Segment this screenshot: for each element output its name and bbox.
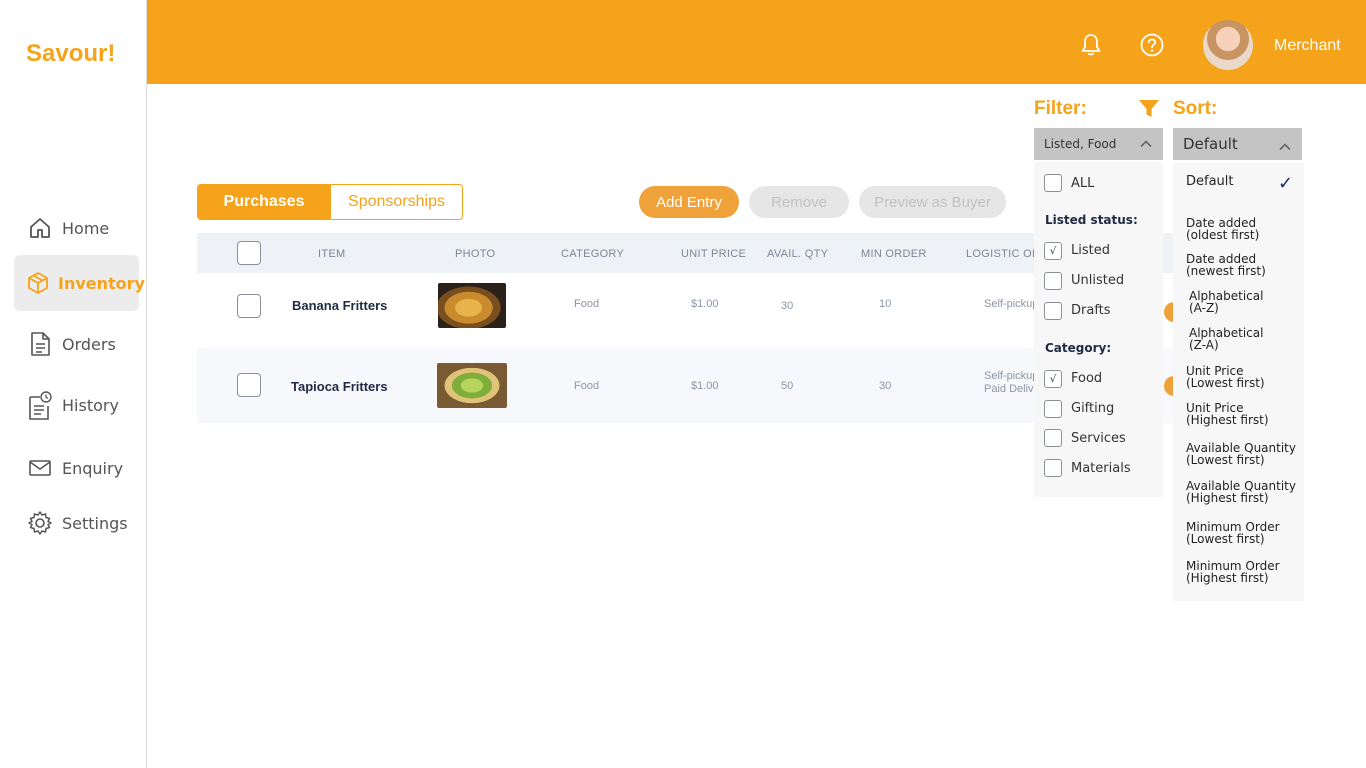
column-header-item: ITEM <box>318 248 346 260</box>
item-logistic: Self-pickup <box>984 298 1039 310</box>
table-row[interactable]: Tapioca Fritters Food $1.00 50 30 Self-p… <box>197 348 1184 423</box>
filter-unlisted-checkbox[interactable] <box>1044 272 1062 290</box>
sort-option[interactable]: Minimum Order (Lowest first) <box>1186 521 1301 545</box>
sidebar-item-enquiry[interactable]: Enquiry <box>14 440 139 496</box>
row-checkbox[interactable] <box>237 373 261 397</box>
sidebar-item-history[interactable]: History <box>14 377 139 433</box>
item-avail-qty: 30 <box>781 300 794 312</box>
sort-option[interactable]: Unit Price (Lowest first) <box>1186 365 1301 389</box>
filter-label: Filter: <box>1034 98 1087 119</box>
filter-option-label: Materials <box>1071 461 1131 476</box>
tab-purchases[interactable]: Purchases <box>197 184 331 220</box>
user-name[interactable]: Merchant <box>1274 37 1341 55</box>
column-header-photo: PHOTO <box>455 248 496 260</box>
item-name: Tapioca Fritters <box>291 379 388 394</box>
item-min-order: 10 <box>879 298 892 310</box>
avatar[interactable] <box>1203 20 1253 70</box>
table-row[interactable]: Banana Fritters Food $1.00 30 10 Self-pi… <box>197 273 1184 348</box>
column-header-category: CATEGORY <box>561 248 625 260</box>
history-icon <box>26 391 54 420</box>
sort-option[interactable]: Alphabetical (A-Z) <box>1189 290 1304 314</box>
add-entry-button[interactable]: Add Entry <box>639 186 739 218</box>
document-icon <box>26 330 54 358</box>
sidebar: Savour! Home Inventory Orders History En… <box>0 0 147 768</box>
sort-option[interactable]: Minimum Order (Highest first) <box>1186 560 1301 584</box>
table-header: ITEM PHOTO CATEGORY UNIT PRICE AVAIL. QT… <box>197 233 1177 273</box>
chevron-up-icon <box>1279 138 1291 156</box>
filter-option-label: Services <box>1071 431 1126 446</box>
item-photo <box>438 283 506 328</box>
sort-option[interactable]: Unit Price (Highest first) <box>1186 402 1301 426</box>
gear-icon <box>26 509 54 537</box>
item-avail-qty: 50 <box>781 380 794 392</box>
sort-option[interactable]: Available Quantity (Lowest first) <box>1186 442 1301 466</box>
preview-as-buyer-button[interactable]: Preview as Buyer <box>859 186 1006 218</box>
sort-selected-value: Default <box>1183 135 1238 153</box>
sidebar-item-orders[interactable]: Orders <box>14 316 139 372</box>
sidebar-item-label: Enquiry <box>62 458 124 478</box>
filter-category-heading: Category: <box>1045 341 1112 355</box>
sidebar-item-label: Orders <box>62 334 116 354</box>
filter-gifting-checkbox[interactable] <box>1044 400 1062 418</box>
bell-icon[interactable] <box>1078 32 1104 63</box>
filter-listed-checkbox[interactable]: √ <box>1044 242 1062 260</box>
filter-option-label: Listed <box>1071 243 1110 258</box>
sidebar-item-label: Home <box>62 218 110 238</box>
sort-option[interactable]: Date added (newest first) <box>1186 253 1301 277</box>
item-photo <box>437 363 507 408</box>
item-category: Food <box>574 298 600 310</box>
filter-option-label: Unlisted <box>1071 273 1125 288</box>
filter-option-label: Gifting <box>1071 401 1115 416</box>
filter-all-checkbox[interactable] <box>1044 174 1062 192</box>
column-header-unit-price: UNIT PRICE <box>681 248 747 260</box>
mail-icon <box>26 454 54 482</box>
sidebar-item-home[interactable]: Home <box>14 200 139 256</box>
app-logo[interactable]: Savour! <box>26 40 115 68</box>
row-checkbox[interactable] <box>237 294 261 318</box>
filter-drafts-checkbox[interactable] <box>1044 302 1062 320</box>
top-bar <box>147 0 1366 84</box>
sort-option[interactable]: Available Quantity (Highest first) <box>1186 480 1301 504</box>
column-header-min-order: MIN ORDER <box>861 248 927 260</box>
help-icon[interactable] <box>1139 32 1165 63</box>
sort-option[interactable]: Date added (oldest first) <box>1186 217 1301 241</box>
filter-services-checkbox[interactable] <box>1044 429 1062 447</box>
item-name: Banana Fritters <box>292 298 388 313</box>
filter-option-label: Drafts <box>1071 303 1111 318</box>
sidebar-item-label: Settings <box>62 513 128 533</box>
item-min-order: 30 <box>879 380 892 392</box>
remove-button[interactable]: Remove <box>749 186 849 218</box>
selected-check-icon: ✓ <box>1278 173 1294 194</box>
sidebar-item-label: History <box>62 395 119 415</box>
item-unit-price: $1.00 <box>691 380 719 392</box>
tab-sponsorships[interactable]: Sponsorships <box>330 184 463 220</box>
filter-dropdown[interactable]: Listed, Food <box>1034 128 1163 160</box>
sort-dropdown[interactable]: Default <box>1173 128 1302 160</box>
filter-option-label: Food <box>1071 371 1103 386</box>
filter-icon[interactable] <box>1138 99 1160 124</box>
sidebar-item-settings[interactable]: Settings <box>14 495 139 551</box>
sidebar-item-inventory[interactable]: Inventory <box>14 255 145 311</box>
filter-menu: ALL Listed status: √ Listed Unlisted Dra… <box>1034 162 1163 497</box>
column-header-logistic: LOGISTIC OF <box>966 248 1039 260</box>
sort-label: Sort: <box>1173 98 1218 119</box>
filter-food-checkbox[interactable]: √ <box>1044 370 1062 388</box>
filter-status-heading: Listed status: <box>1045 213 1138 227</box>
filter-selected-value: Listed, Food <box>1044 137 1117 151</box>
filter-all-label: ALL <box>1071 176 1095 191</box>
item-logistic-secondary: Paid Deliv <box>984 383 1034 395</box>
item-unit-price: $1.00 <box>691 298 719 310</box>
sort-menu: Default ✓ Date added (oldest first) Date… <box>1173 163 1304 601</box>
item-logistic: Self-pickup <box>984 370 1039 382</box>
item-category: Food <box>574 380 600 392</box>
home-icon <box>26 214 54 242</box>
sidebar-item-label: Inventory <box>58 273 145 293</box>
chevron-up-icon <box>1140 138 1152 152</box>
filter-materials-checkbox[interactable] <box>1044 459 1062 477</box>
sort-option[interactable]: Alphabetical (Z-A) <box>1189 327 1304 351</box>
column-header-avail-qty: AVAIL. QTY <box>767 248 829 260</box>
box-icon <box>26 269 50 297</box>
select-all-checkbox[interactable] <box>237 241 261 265</box>
